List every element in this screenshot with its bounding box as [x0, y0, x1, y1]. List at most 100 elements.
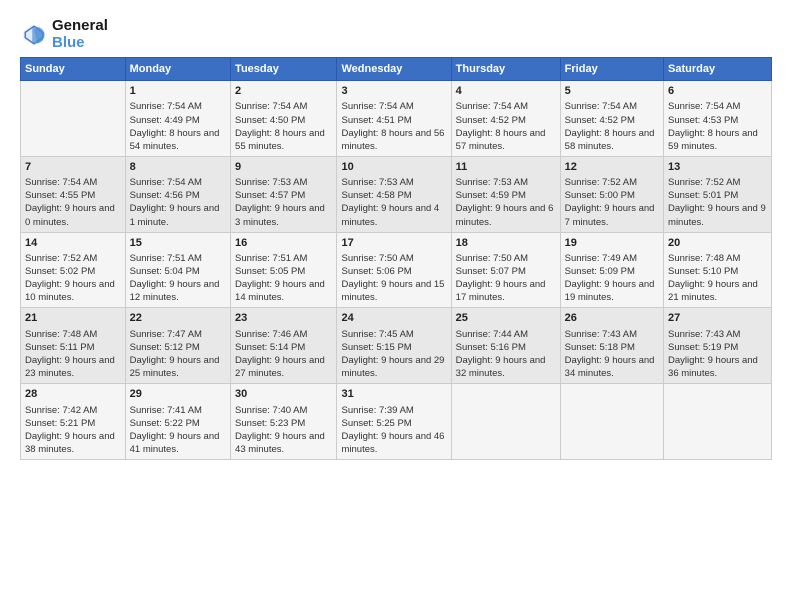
day-number: 29 [130, 387, 226, 402]
calendar-cell: 19Sunrise: 7:49 AMSunset: 5:09 PMDayligh… [560, 232, 663, 308]
day-number: 15 [130, 236, 226, 251]
day-header-friday: Friday [560, 58, 663, 81]
day-number: 31 [341, 387, 446, 402]
logo-icon [20, 21, 48, 49]
calendar-cell: 23 Sunrise: 7:46 AMSunset: 5:14 PMDayligh… [231, 308, 337, 384]
day-number: 9 [235, 160, 332, 175]
calendar-cell: 14Sunrise: 7:52 AMSunset: 5:02 PMDayligh… [21, 232, 126, 308]
cell-content: Sunrise: 7:48 AMSunset: 5:10 PMDaylight:… [668, 252, 767, 304]
calendar-cell: 24Sunrise: 7:45 AMSunset: 5:15 PMDayligh… [337, 308, 451, 384]
calendar-cell: 8Sunrise: 7:54 AMSunset: 4:56 PMDaylight… [125, 156, 230, 232]
calendar-cell: 30 Sunrise: 7:40 AMSunset: 5:23 PMDayligh… [231, 384, 337, 460]
calendar-cell: 9Sunrise: 7:53 AMSunset: 4:57 PMDaylight… [231, 156, 337, 232]
calendar-cell: 29Sunrise: 7:41 AMSunset: 5:22 PMDayligh… [125, 384, 230, 460]
day-number: 5 [565, 84, 659, 99]
cell-content: Sunrise: 7:54 AMSunset: 4:55 PMDaylight:… [25, 176, 121, 228]
day-number: 10 [341, 160, 446, 175]
cell-content: Sunrise: 7:46 AMSunset: 5:14 PMDaylight:… [235, 328, 332, 380]
week-row-2: 7Sunrise: 7:54 AMSunset: 4:55 PMDaylight… [21, 156, 772, 232]
calendar-cell: 16Sunrise: 7:51 AMSunset: 5:05 PMDayligh… [231, 232, 337, 308]
calendar-cell: 11Sunrise: 7:53 AMSunset: 4:59 PMDayligh… [451, 156, 560, 232]
day-header-sunday: Sunday [21, 58, 126, 81]
day-header-wednesday: Wednesday [337, 58, 451, 81]
cell-content: Sunrise: 7:50 AMSunset: 5:06 PMDaylight:… [341, 252, 446, 304]
calendar-cell: 3Sunrise: 7:54 AMSunset: 4:51 PMDaylight… [337, 81, 451, 157]
calendar-cell: 18Sunrise: 7:50 AMSunset: 5:07 PMDayligh… [451, 232, 560, 308]
page: General Blue SundayMondayTuesdayWednesda… [0, 0, 792, 612]
day-header-tuesday: Tuesday [231, 58, 337, 81]
calendar-table: SundayMondayTuesdayWednesdayThursdayFrid… [20, 57, 772, 460]
calendar-cell: 22Sunrise: 7:47 AMSunset: 5:12 PMDayligh… [125, 308, 230, 384]
calendar-cell: 12Sunrise: 7:52 AMSunset: 5:00 PMDayligh… [560, 156, 663, 232]
calendar-cell: 25 Sunrise: 7:44 AMSunset: 5:16 PMDayligh… [451, 308, 560, 384]
day-number: 20 [668, 236, 767, 251]
day-number: 24 [341, 311, 446, 326]
day-header-saturday: Saturday [664, 58, 772, 81]
calendar-cell: 4Sunrise: 7:54 AMSunset: 4:52 PMDaylight… [451, 81, 560, 157]
cell-content: Sunrise: 7:51 AMSunset: 5:04 PMDaylight:… [130, 252, 226, 304]
cell-content: Sunrise: 7:54 AMSunset: 4:50 PMDaylight:… [235, 100, 332, 152]
cell-content: Sunrise: 7:48 AMSunset: 5:11 PMDaylight:… [25, 328, 121, 380]
day-number: 12 [565, 160, 659, 175]
day-number: 28 [25, 387, 121, 402]
calendar-cell [664, 384, 772, 460]
day-number: 27 [668, 311, 767, 326]
calendar-cell: 5Sunrise: 7:54 AMSunset: 4:52 PMDaylight… [560, 81, 663, 157]
cell-content: Sunrise: 7:52 AMSunset: 5:02 PMDaylight:… [25, 252, 121, 304]
day-number: 13 [668, 160, 767, 175]
day-number: 18 [456, 236, 556, 251]
calendar-cell: 26 Sunrise: 7:43 AMSunset: 5:18 PMDayligh… [560, 308, 663, 384]
cell-content: Sunrise: 7:39 AMSunset: 5:25 PMDaylight:… [341, 404, 446, 456]
cell-content: Sunrise: 7:54 AMSunset: 4:52 PMDaylight:… [456, 100, 556, 152]
day-number: 6 [668, 84, 767, 99]
day-number: 16 [235, 236, 332, 251]
day-number: 1 [130, 84, 226, 99]
calendar-cell [451, 384, 560, 460]
calendar-cell: 31 Sunrise: 7:39 AMSunset: 5:25 PMDayligh… [337, 384, 451, 460]
day-number: 23 [235, 311, 332, 326]
cell-content: Sunrise: 7:53 AMSunset: 4:59 PMDaylight:… [456, 176, 556, 228]
cell-content: Sunrise: 7:44 AMSunset: 5:16 PMDaylight:… [456, 328, 556, 380]
cell-content: Sunrise: 7:52 AMSunset: 5:01 PMDaylight:… [668, 176, 767, 228]
day-header-monday: Monday [125, 58, 230, 81]
day-number: 11 [456, 160, 556, 175]
day-number: 30 [235, 387, 332, 402]
header: General Blue [20, 18, 772, 51]
cell-content: Sunrise: 7:52 AMSunset: 5:00 PMDaylight:… [565, 176, 659, 228]
cell-content: Sunrise: 7:54 AMSunset: 4:56 PMDaylight:… [130, 176, 226, 228]
day-number: 4 [456, 84, 556, 99]
calendar-cell: 28 Sunrise: 7:42 AMSunset: 5:21 PMDayligh… [21, 384, 126, 460]
day-number: 2 [235, 84, 332, 99]
day-number: 19 [565, 236, 659, 251]
calendar-cell: 1Sunrise: 7:54 AMSunset: 4:49 PMDaylight… [125, 81, 230, 157]
calendar-cell [560, 384, 663, 460]
calendar-cell: 10Sunrise: 7:53 AMSunset: 4:58 PMDayligh… [337, 156, 451, 232]
calendar-cell: 20Sunrise: 7:48 AMSunset: 5:10 PMDayligh… [664, 232, 772, 308]
day-number: 17 [341, 236, 446, 251]
day-number: 8 [130, 160, 226, 175]
cell-content: Sunrise: 7:43 AMSunset: 5:19 PMDaylight:… [668, 328, 767, 380]
cell-content: Sunrise: 7:51 AMSunset: 5:05 PMDaylight:… [235, 252, 332, 304]
cell-content: Sunrise: 7:50 AMSunset: 5:07 PMDaylight:… [456, 252, 556, 304]
calendar-cell: 13Sunrise: 7:52 AMSunset: 5:01 PMDayligh… [664, 156, 772, 232]
calendar-cell: 21Sunrise: 7:48 AMSunset: 5:11 PMDayligh… [21, 308, 126, 384]
cell-content: Sunrise: 7:42 AMSunset: 5:21 PMDaylight:… [25, 404, 121, 456]
logo: General Blue [20, 18, 108, 51]
calendar-cell: 2Sunrise: 7:54 AMSunset: 4:50 PMDaylight… [231, 81, 337, 157]
day-header-thursday: Thursday [451, 58, 560, 81]
week-row-5: 28 Sunrise: 7:42 AMSunset: 5:21 PMDayligh… [21, 384, 772, 460]
cell-content: Sunrise: 7:54 AMSunset: 4:51 PMDaylight:… [341, 100, 446, 152]
day-number: 25 [456, 311, 556, 326]
logo-text: General Blue [52, 18, 108, 51]
day-number: 3 [341, 84, 446, 99]
cell-content: Sunrise: 7:47 AMSunset: 5:12 PMDaylight:… [130, 328, 226, 380]
cell-content: Sunrise: 7:53 AMSunset: 4:57 PMDaylight:… [235, 176, 332, 228]
calendar-cell: 6Sunrise: 7:54 AMSunset: 4:53 PMDaylight… [664, 81, 772, 157]
calendar-cell: 7Sunrise: 7:54 AMSunset: 4:55 PMDaylight… [21, 156, 126, 232]
cell-content: Sunrise: 7:40 AMSunset: 5:23 PMDaylight:… [235, 404, 332, 456]
day-number: 14 [25, 236, 121, 251]
cell-content: Sunrise: 7:43 AMSunset: 5:18 PMDaylight:… [565, 328, 659, 380]
day-number: 26 [565, 311, 659, 326]
cell-content: Sunrise: 7:54 AMSunset: 4:52 PMDaylight:… [565, 100, 659, 152]
cell-content: Sunrise: 7:54 AMSunset: 4:53 PMDaylight:… [668, 100, 767, 152]
